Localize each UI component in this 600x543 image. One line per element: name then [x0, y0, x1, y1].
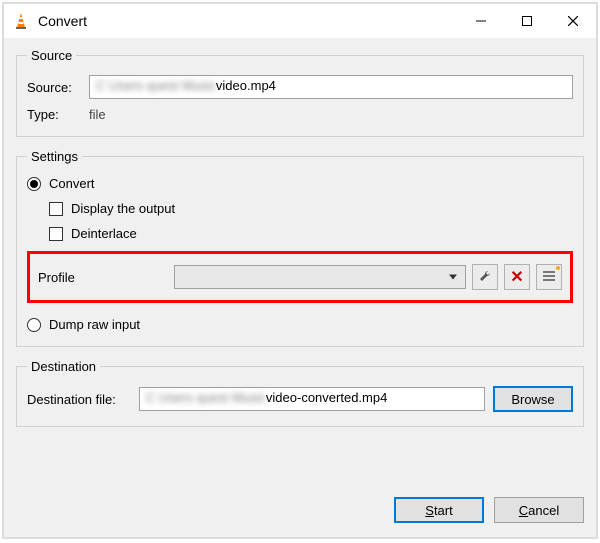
list-new-icon [542, 269, 556, 286]
display-output-label: Display the output [71, 201, 175, 216]
browse-label: Browse [511, 392, 554, 407]
wrench-icon [478, 269, 492, 286]
start-button[interactable]: Start [394, 497, 484, 523]
convert-label: Convert [49, 176, 95, 191]
convert-dialog: Convert Source Source: C Users quest Mus… [2, 2, 598, 539]
new-indicator-icon [556, 266, 560, 270]
vlc-icon [12, 12, 30, 30]
x-icon: ✕ [510, 267, 523, 287]
source-group: Source Source: C Users quest Music video… [16, 48, 584, 137]
profile-label: Profile [38, 270, 168, 285]
cancel-label: Cancel [519, 503, 559, 518]
new-profile-button[interactable] [536, 264, 562, 290]
edit-profile-button[interactable] [472, 264, 498, 290]
start-label: Start [425, 503, 452, 518]
browse-button[interactable]: Browse [493, 386, 573, 412]
source-label: Source: [27, 80, 89, 95]
destination-file-label: Destination file: [27, 392, 139, 407]
dialog-footer: Start Cancel [4, 497, 596, 537]
type-value: file [89, 107, 106, 122]
profile-highlight: Profile ✕ [27, 251, 573, 303]
display-output-row[interactable]: Display the output [49, 201, 573, 216]
settings-group: Settings Convert Display the output Dein… [16, 149, 584, 347]
source-value: video.mp4 [216, 78, 276, 93]
dialog-body: Source Source: C Users quest Music video… [4, 38, 596, 497]
maximize-button[interactable] [504, 4, 550, 38]
display-output-checkbox[interactable] [49, 202, 63, 216]
source-input[interactable]: C Users quest Music video.mp4 [89, 75, 573, 99]
window-controls [458, 4, 596, 38]
deinterlace-row[interactable]: Deinterlace [49, 226, 573, 241]
close-button[interactable] [550, 4, 596, 38]
destination-group: Destination Destination file: C Users qu… [16, 359, 584, 427]
dump-label: Dump raw input [49, 317, 140, 332]
destination-value: video-converted.mp4 [266, 390, 387, 405]
destination-legend: Destination [27, 359, 100, 374]
source-legend: Source [27, 48, 76, 63]
settings-legend: Settings [27, 149, 82, 164]
deinterlace-label: Deinterlace [71, 226, 137, 241]
destination-file-input[interactable]: C Users quest Music video-converted.mp4 [139, 387, 485, 411]
dump-radio[interactable] [27, 318, 41, 332]
cancel-button[interactable]: Cancel [494, 497, 584, 523]
convert-radio-row[interactable]: Convert [27, 176, 573, 191]
convert-radio[interactable] [27, 177, 41, 191]
deinterlace-checkbox[interactable] [49, 227, 63, 241]
window-title: Convert [38, 13, 458, 29]
type-label: Type: [27, 107, 89, 122]
profile-combo[interactable] [174, 265, 466, 289]
minimize-button[interactable] [458, 4, 504, 38]
delete-profile-button[interactable]: ✕ [504, 264, 530, 290]
dump-radio-row[interactable]: Dump raw input [27, 317, 573, 332]
titlebar: Convert [4, 4, 596, 38]
